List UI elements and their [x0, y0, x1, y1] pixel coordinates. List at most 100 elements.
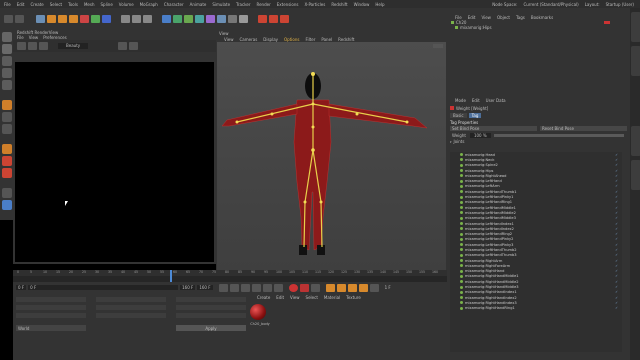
key-position-icon[interactable]	[325, 283, 335, 292]
floor-icon[interactable]	[217, 15, 226, 23]
vp-menu-panel[interactable]: Panel	[321, 37, 332, 42]
vp-menu-cameras[interactable]: Cameras	[240, 37, 258, 42]
check-icon[interactable]: ✓	[615, 248, 618, 252]
menu-redshift[interactable]: Redshift	[331, 2, 347, 7]
rv-crop-icon[interactable]	[129, 42, 139, 50]
check-icon[interactable]: ✓	[615, 200, 618, 204]
pen-icon[interactable]	[173, 15, 182, 23]
snap-icon[interactable]	[2, 100, 12, 110]
check-icon[interactable]: ✓	[615, 195, 618, 199]
material-name[interactable]: Ch20_body	[248, 322, 272, 326]
menu-simulate[interactable]: Simulate	[212, 2, 230, 7]
check-icon[interactable]: ✓	[615, 169, 618, 173]
render-canvas[interactable]	[15, 62, 214, 262]
tab-tag[interactable]: Tag	[468, 113, 482, 118]
coord-rotation-p[interactable]	[176, 305, 246, 310]
check-icon[interactable]: ✓	[615, 290, 618, 294]
live-select-icon[interactable]	[36, 15, 45, 23]
coord-position-x[interactable]	[16, 297, 86, 302]
check-icon[interactable]: ✓	[615, 253, 618, 257]
reset-bind-pose-button[interactable]: Reset Bind Pose	[540, 126, 627, 131]
menu-select[interactable]: Select	[50, 2, 62, 7]
object-row[interactable]: mixamorig:Hips	[447, 25, 630, 30]
check-icon[interactable]: ✓	[615, 301, 618, 305]
go-to-start-icon[interactable]	[218, 283, 228, 292]
am-menu-userdata[interactable]: User Data	[486, 98, 506, 103]
om-menu-tags[interactable]: Tags	[516, 15, 525, 20]
coord-size-z[interactable]	[96, 313, 166, 318]
vp-menu-options[interactable]: Options	[284, 37, 299, 42]
keyframe-selection-icon[interactable]	[310, 283, 320, 292]
material-swatch[interactable]	[250, 304, 266, 320]
menu-tracker[interactable]: Tracker	[236, 2, 250, 7]
workplane-icon[interactable]	[2, 112, 12, 122]
mm-menu-texture[interactable]: Texture	[346, 295, 361, 300]
play-icon[interactable]	[251, 283, 261, 292]
y-axis-icon[interactable]	[91, 15, 100, 23]
menu-render[interactable]: Render	[256, 2, 270, 7]
check-icon[interactable]: ✓	[615, 274, 618, 278]
rs-material-icon[interactable]	[280, 15, 289, 23]
rs-ipr-icon[interactable]	[2, 144, 12, 154]
go-to-end-icon[interactable]	[273, 283, 283, 292]
rv-snapshot-icon[interactable]	[118, 42, 128, 50]
character-model[interactable]	[217, 42, 446, 270]
aov-select[interactable]: Beauty	[58, 43, 89, 49]
mm-menu-create[interactable]: Create	[257, 295, 270, 300]
subdivision-icon[interactable]	[184, 15, 193, 23]
key-pla-icon[interactable]	[369, 283, 379, 292]
menu-volume[interactable]: Volume	[119, 2, 134, 7]
check-icon[interactable]: ✓	[615, 259, 618, 263]
menu-spline[interactable]: Spline	[100, 2, 112, 7]
coord-size-y[interactable]	[96, 305, 166, 310]
autokey-icon[interactable]	[299, 283, 309, 292]
array-icon[interactable]	[195, 15, 204, 23]
light-icon[interactable]	[239, 15, 248, 23]
coord-position-y[interactable]	[16, 305, 86, 310]
check-icon[interactable]: ✓	[615, 296, 618, 300]
om-menu-edit[interactable]: Edit	[468, 15, 476, 20]
check-icon[interactable]: ✓	[615, 232, 618, 236]
coord-rotation-h[interactable]	[176, 297, 246, 302]
key-param-icon[interactable]	[358, 283, 368, 292]
check-icon[interactable]: ✓	[615, 163, 618, 167]
apply-button[interactable]: Apply	[176, 325, 246, 331]
model-mode-icon[interactable]	[2, 32, 12, 42]
coord-rotation-b[interactable]	[176, 313, 246, 318]
scale-icon[interactable]	[58, 15, 67, 23]
mm-menu-material[interactable]: Material	[324, 295, 340, 300]
move-icon[interactable]	[47, 15, 56, 23]
play-back-icon[interactable]	[240, 283, 250, 292]
om-menu-file[interactable]: File	[455, 15, 462, 20]
menu-window[interactable]: Window	[354, 2, 370, 7]
check-icon[interactable]: ✓	[615, 280, 618, 284]
coord-position-z[interactable]	[16, 313, 86, 318]
end-frame-field[interactable]: 160 F	[197, 285, 213, 290]
rv-pause-icon[interactable]	[39, 42, 48, 50]
objects-tab-icon[interactable]	[631, 12, 640, 42]
check-icon[interactable]: ✓	[615, 237, 618, 241]
redo-icon[interactable]	[15, 15, 24, 23]
takes-tab-icon[interactable]	[631, 46, 640, 76]
weight-field[interactable]: 100 %	[469, 133, 491, 138]
check-icon[interactable]: ✓	[615, 153, 618, 157]
texture-mode-icon[interactable]	[2, 44, 12, 54]
undo-icon[interactable]	[4, 15, 13, 23]
check-icon[interactable]: ✓	[615, 285, 618, 289]
render-icon[interactable]	[132, 15, 141, 23]
layers-tab-icon[interactable]	[631, 160, 640, 190]
menu-mesh[interactable]: Mesh	[84, 2, 95, 7]
vp-menu-view[interactable]: View	[224, 37, 234, 42]
start-frame-field[interactable]: 0 F	[16, 285, 27, 290]
check-icon[interactable]: ✓	[615, 216, 618, 220]
menu-extensions[interactable]: Extensions	[277, 2, 299, 7]
check-icon[interactable]: ✓	[615, 174, 618, 178]
tab-basic[interactable]: Basic	[450, 113, 467, 118]
vp-menu-redshift[interactable]: Redshift	[338, 37, 354, 42]
z-axis-icon[interactable]	[102, 15, 111, 23]
am-menu-mode[interactable]: Mode	[455, 98, 466, 103]
om-menu-object[interactable]: Object	[497, 15, 510, 20]
cube-icon[interactable]	[162, 15, 171, 23]
mm-menu-select[interactable]: Select	[306, 295, 318, 300]
key-rotation-icon[interactable]	[347, 283, 357, 292]
